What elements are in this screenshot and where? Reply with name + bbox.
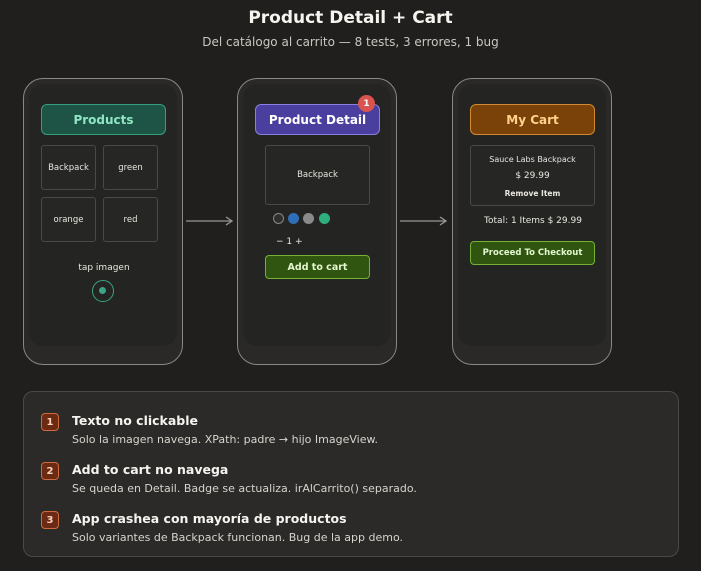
diagram-subtitle: Del catálogo al carrito — 8 tests, 3 err… bbox=[202, 35, 499, 49]
note-title: Add to cart no navega bbox=[72, 462, 229, 477]
color-swatch bbox=[273, 213, 284, 224]
note-number-badge: 1 bbox=[41, 413, 59, 431]
note-title: Texto no clickable bbox=[72, 413, 199, 428]
cart-item: Sauce Labs Backpack $ 29.99 Remove Item bbox=[470, 145, 595, 206]
products-screen: Products Backpack green orange red tap i… bbox=[23, 78, 183, 365]
add-to-cart-button: Add to cart bbox=[265, 255, 370, 279]
cart-item-name: Sauce Labs Backpack bbox=[489, 155, 576, 164]
cart-item-price: $ 29.99 bbox=[515, 171, 550, 181]
cart-badge: 1 bbox=[358, 95, 375, 112]
note-number-badge: 2 bbox=[41, 462, 59, 480]
note-description: Solo variantes de Backpack funcionan. Bu… bbox=[72, 531, 403, 544]
color-swatch bbox=[319, 213, 330, 224]
note-number-badge: 3 bbox=[41, 511, 59, 529]
tap-target-icon bbox=[92, 280, 114, 302]
color-swatch bbox=[303, 213, 314, 224]
tap-dot bbox=[99, 287, 106, 294]
products-header: Products bbox=[41, 104, 166, 135]
product-tile: Backpack bbox=[41, 145, 96, 190]
notes-panel: 1 Texto no clickable Solo la imagen nave… bbox=[23, 391, 679, 557]
quantity-stepper: − 1 + bbox=[276, 237, 303, 247]
cart-screen: My Cart Sauce Labs Backpack $ 29.99 Remo… bbox=[452, 78, 612, 365]
note-description: Se queda en Detail. Badge se actualiza. … bbox=[72, 482, 417, 495]
cart-total: Total: 1 Items $ 29.99 bbox=[484, 216, 582, 226]
color-swatch bbox=[288, 213, 299, 224]
detail-screen: Product Detail 1 Backpack − 1 + Add to c… bbox=[237, 78, 397, 365]
product-tile: red bbox=[103, 197, 158, 242]
product-tile: orange bbox=[41, 197, 96, 242]
tap-image-label: tap imagen bbox=[78, 263, 130, 273]
product-tile: green bbox=[103, 145, 158, 190]
cart-header: My Cart bbox=[470, 104, 595, 135]
arrow-right-icon bbox=[186, 216, 234, 226]
diagram-title: Product Detail + Cart bbox=[248, 8, 453, 28]
remove-item-button: Remove Item bbox=[504, 189, 561, 198]
note-title: App crashea con mayoría de productos bbox=[72, 511, 347, 526]
note-description: Solo la imagen navega. XPath: padre → hi… bbox=[72, 433, 378, 446]
product-image: Backpack bbox=[265, 145, 370, 205]
proceed-to-checkout-button: Proceed To Checkout bbox=[470, 241, 595, 265]
arrow-right-icon bbox=[400, 216, 448, 226]
